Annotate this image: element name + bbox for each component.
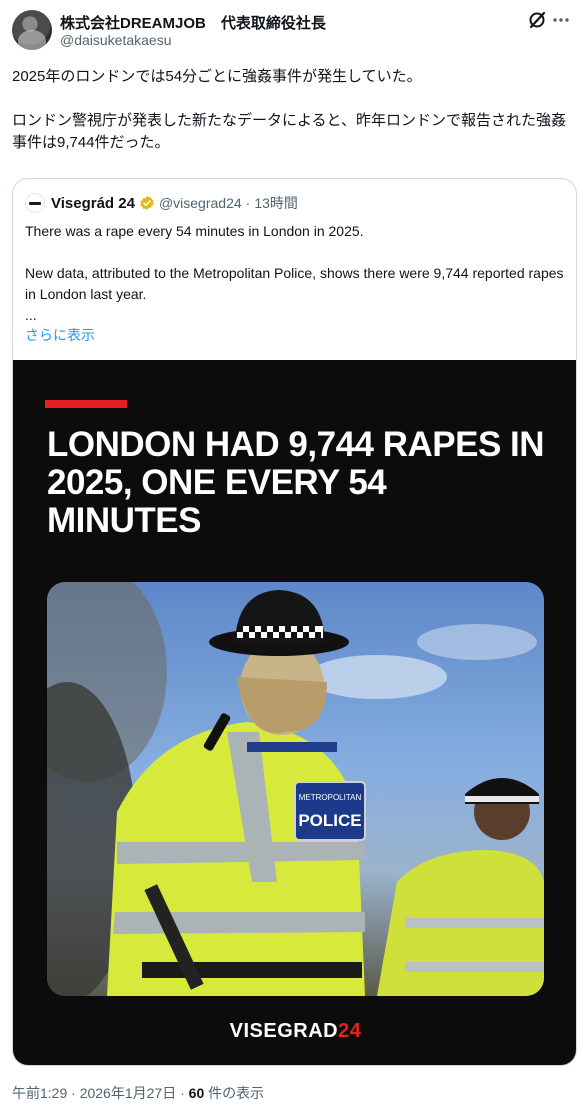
brand-main: VISEGRAD bbox=[229, 1020, 339, 1042]
tweet-text-line: ロンドン警視庁が発表した新たなデータによると、昨年ロンドンで報告された強姦事件は… bbox=[12, 112, 566, 151]
quoted-tweet[interactable]: Visegrád 24 @visegrad24 · 13時間 There was… bbox=[12, 178, 577, 1066]
visegrad24-logo: VISEGRAD24 bbox=[13, 1020, 576, 1043]
more-icon[interactable] bbox=[551, 10, 571, 30]
verified-badge-icon bbox=[140, 196, 154, 210]
media-headline: LONDON HAD 9,744 RAPES IN 2025, ONE EVER… bbox=[47, 425, 545, 540]
vest-text-main: POLICE bbox=[298, 811, 361, 830]
separator: · bbox=[71, 1085, 76, 1101]
brand-accent: 24 bbox=[338, 1020, 362, 1042]
quote-header: Visegrád 24 @visegrad24 · 13時間 bbox=[25, 193, 298, 213]
tweet-header: 株式会社DREAMJOB 代表取締役社長 @daisuketakaesu bbox=[12, 10, 571, 52]
avatar[interactable] bbox=[12, 10, 52, 50]
tweet-date[interactable]: 2026年1月27日 bbox=[80, 1085, 177, 1101]
views-label: 件の表示 bbox=[208, 1085, 265, 1101]
tweet-text-line: 2025年のロンドンでは54分ごとに強姦事件が発生していた。 bbox=[12, 68, 422, 85]
quote-display-name[interactable]: Visegrád 24 bbox=[51, 195, 135, 212]
quote-text-line: New data, attributed to the Metropolitan… bbox=[25, 265, 564, 302]
quote-text-ellipsis: ... bbox=[25, 307, 37, 323]
tweet-text: 2025年のロンドンでは54分ごとに強姦事件が発生していた。 ロンドン警視庁が発… bbox=[12, 66, 572, 176]
headline-accent-bar bbox=[45, 400, 127, 408]
vest-text-top: METROPOLITAN bbox=[299, 793, 362, 802]
quote-text-line: There was a rape every 54 minutes in Lon… bbox=[25, 223, 364, 239]
tweet-meta: 午前1:29 · 2026年1月27日 · 60 件の表示 bbox=[12, 1083, 264, 1103]
tweet-time[interactable]: 午前1:29 bbox=[12, 1085, 67, 1101]
grok-icon[interactable] bbox=[527, 10, 547, 30]
quote-timestamp[interactable]: 13時間 bbox=[254, 193, 298, 213]
police-illustration: METROPOLITAN POLICE bbox=[47, 582, 544, 996]
separator: · bbox=[180, 1085, 185, 1101]
author-handle[interactable]: @daisuketakaesu bbox=[60, 32, 172, 48]
quote-text: There was a rape every 54 minutes in Lon… bbox=[25, 221, 565, 326]
quote-handle[interactable]: @visegrad24 bbox=[159, 195, 242, 211]
views-count[interactable]: 60 bbox=[189, 1085, 205, 1101]
show-more-link[interactable]: さらに表示 bbox=[25, 325, 95, 345]
quote-avatar[interactable] bbox=[25, 193, 45, 213]
separator: · bbox=[245, 195, 251, 211]
police-photo: METROPOLITAN POLICE bbox=[47, 582, 544, 996]
quote-media-image[interactable]: LONDON HAD 9,744 RAPES IN 2025, ONE EVER… bbox=[13, 360, 576, 1065]
author-display-name[interactable]: 株式会社DREAMJOB 代表取締役社長 bbox=[60, 12, 326, 33]
